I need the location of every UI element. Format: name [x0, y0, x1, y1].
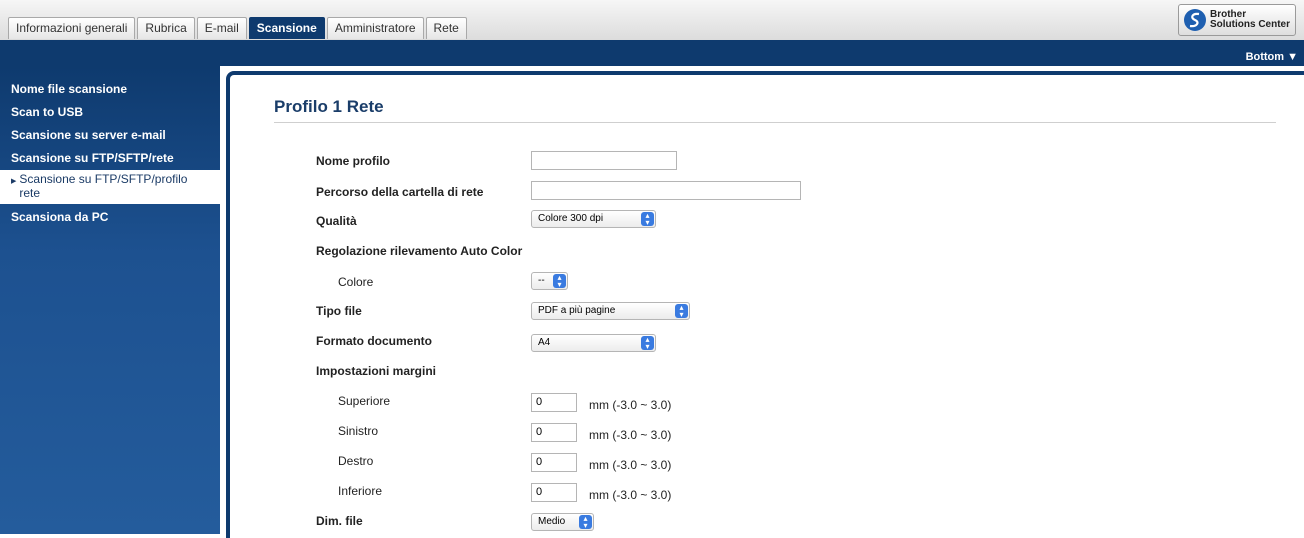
brother-solutions-center-button[interactable]: Brother Solutions Center: [1178, 4, 1296, 36]
tab-rete[interactable]: Rete: [425, 17, 467, 39]
main-tabs: Informazioni generali Rubrica E-mail Sca…: [8, 17, 469, 39]
sidebar-item-nome-file-scansione[interactable]: Nome file scansione: [0, 82, 220, 96]
tab-scansione[interactable]: Scansione: [248, 17, 325, 39]
page-title: Profilo 1 Rete: [274, 97, 384, 116]
select-arrows-icon: ▴ ▾: [675, 304, 688, 319]
qualita-select[interactable]: Colore 300 dpi ▴ ▾: [531, 210, 656, 228]
percorso-cartella-label: Percorso della cartella di rete: [316, 185, 484, 199]
percorso-cartella-input[interactable]: [531, 181, 801, 200]
inferiore-label: Inferiore: [338, 484, 383, 498]
tab-email[interactable]: E-mail: [196, 17, 247, 39]
sinistro-label: Sinistro: [338, 424, 379, 438]
select-arrows-icon: ▴ ▾: [553, 274, 566, 289]
select-arrows-icon: ▴ ▾: [579, 515, 592, 530]
sidebar-item-scan-to-usb[interactable]: Scan to USB: [0, 105, 220, 119]
dim-file-label: Dim. file: [316, 514, 363, 528]
blue-strip: Bottom ▼: [0, 40, 1304, 66]
destro-label: Destro: [338, 454, 374, 468]
qualita-label: Qualità: [316, 214, 357, 228]
colore-select[interactable]: -- ▴ ▾: [531, 272, 568, 290]
destro-unit: mm (-3.0 ~ 3.0): [589, 458, 672, 472]
sidebar: Nome file scansione Scan to USB Scansion…: [0, 66, 220, 534]
nome-profilo-input[interactable]: [531, 151, 677, 170]
brother-label: Brother Solutions Center: [1210, 9, 1291, 30]
dim-file-value: Medio: [538, 516, 566, 527]
tipo-file-value: PDF a più pagine: [538, 305, 616, 316]
sidebar-item-scansione-ftp-profilo-rete[interactable]: ▶ Scansione su FTP/SFTP/profilo rete: [0, 170, 220, 204]
content-panel: Profilo 1 Rete Nome profilo Percorso del…: [226, 71, 1304, 538]
formato-documento-label: Formato documento: [316, 334, 432, 348]
colore-label: Colore: [338, 275, 374, 289]
superiore-unit: mm (-3.0 ~ 3.0): [589, 398, 672, 412]
inferiore-input[interactable]: 0: [531, 483, 577, 502]
inferiore-unit: mm (-3.0 ~ 3.0): [589, 488, 672, 502]
sidebar-item-scansione-server-email[interactable]: Scansione su server e-mail: [0, 128, 220, 142]
sidebar-item-scansione-ftp-rete[interactable]: Scansione su FTP/SFTP/rete: [0, 151, 220, 165]
colore-value: --: [538, 275, 545, 286]
tipo-file-select[interactable]: PDF a più pagine ▴ ▾: [531, 302, 690, 320]
tab-informazioni-generali[interactable]: Informazioni generali: [8, 17, 136, 39]
tab-rubrica[interactable]: Rubrica: [137, 17, 195, 39]
sinistro-input[interactable]: 0: [531, 423, 577, 442]
sinistro-unit: mm (-3.0 ~ 3.0): [589, 428, 672, 442]
sidebar-item-label: Scansione su FTP/SFTP/profilo rete: [19, 172, 188, 200]
superiore-label: Superiore: [338, 394, 391, 408]
top-bar: Informazioni generali Rubrica E-mail Sca…: [0, 0, 1304, 41]
title-divider: [274, 122, 1276, 123]
tab-amministratore[interactable]: Amministratore: [326, 17, 424, 39]
superiore-input[interactable]: 0: [531, 393, 577, 412]
caret-right-icon: ▶: [11, 178, 17, 185]
nome-profilo-label: Nome profilo: [316, 154, 390, 168]
formato-documento-value: A4: [538, 337, 551, 348]
impostazioni-margini-label: Impostazioni margini: [316, 364, 437, 378]
dim-file-select[interactable]: Medio ▴ ▾: [531, 513, 594, 531]
auto-color-label: Regolazione rilevamento Auto Color: [316, 244, 523, 258]
sidebar-item-scansiona-da-pc[interactable]: Scansiona da PC: [0, 210, 220, 224]
tipo-file-label: Tipo file: [316, 304, 362, 318]
select-arrows-icon: ▴ ▾: [641, 336, 654, 351]
bottom-link[interactable]: Bottom ▼: [1246, 51, 1298, 63]
qualita-value: Colore 300 dpi: [538, 213, 604, 224]
destro-input[interactable]: 0: [531, 453, 577, 472]
brother-logo-icon: [1184, 9, 1206, 31]
formato-documento-select[interactable]: A4 ▴ ▾: [531, 334, 656, 352]
select-arrows-icon: ▴ ▾: [641, 212, 654, 227]
